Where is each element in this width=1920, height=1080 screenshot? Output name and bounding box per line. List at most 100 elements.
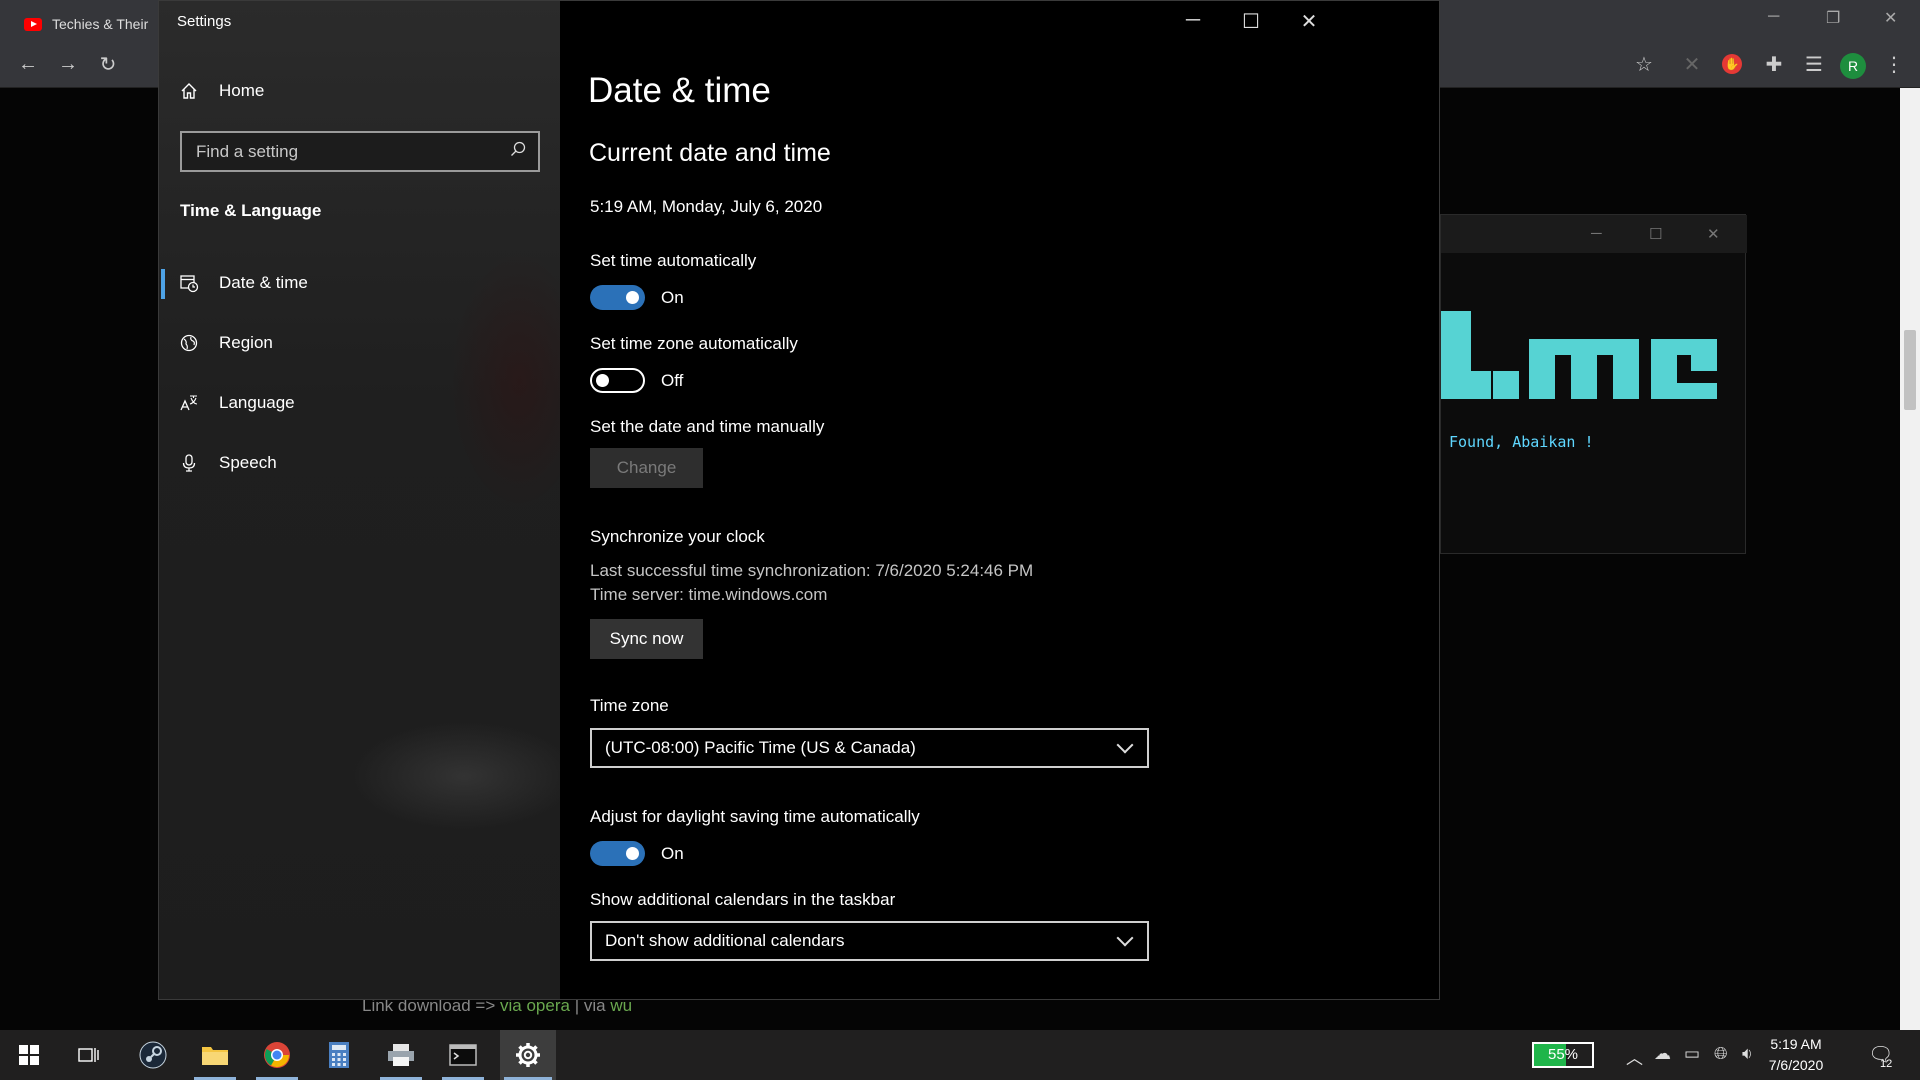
terminal-close-icon[interactable]: ✕ [1707, 225, 1720, 243]
ascii-art-logo [1441, 311, 1741, 411]
notification-count-badge: 12 [1880, 1058, 1893, 1070]
set-timezone-auto-toggle[interactable] [590, 368, 645, 393]
sync-clock-heading: Synchronize your clock [590, 527, 765, 546]
daylight-saving-label: Adjust for daylight saving time automati… [590, 807, 920, 826]
adblock-extension-icon[interactable]: ✋ [1722, 54, 1742, 74]
terminal-taskbar-button[interactable] [438, 1030, 488, 1080]
section-label: Time & Language [180, 201, 322, 220]
language-icon [179, 393, 199, 413]
steam-taskbar-button[interactable] [128, 1030, 178, 1080]
manual-date-time-label: Set the date and time manually [590, 417, 825, 436]
chevron-down-icon [1116, 929, 1134, 947]
onedrive-cloud-icon[interactable]: ☁ [1654, 1044, 1671, 1064]
steam-icon [139, 1041, 167, 1069]
microphone-icon [179, 453, 199, 473]
show-hidden-icons-chevron-icon[interactable]: ︿ [1626, 1044, 1643, 1069]
browser-restore-button[interactable]: ❐ [1826, 8, 1840, 28]
page-scrollbar[interactable] [1900, 88, 1920, 1030]
time-server-text: Time server: time.windows.com [590, 585, 828, 604]
minimize-button[interactable]: ─ [1173, 9, 1213, 32]
page-scrollbar-thumb[interactable] [1904, 330, 1916, 410]
network-globe-icon[interactable]: 🌐︎ [1714, 1044, 1728, 1064]
chevron-down-icon [1116, 736, 1134, 754]
folder-icon [202, 1047, 228, 1065]
terminal-maximize-icon[interactable]: ☐ [1649, 225, 1662, 243]
windows-taskbar: 55% ︿ ☁ ▭ 🌐︎ 🔉︎ 5:19 AM 7/6/2020 🗨︎ 12 [0, 1030, 1920, 1080]
page-title: Date & time [588, 71, 771, 110]
chrome-taskbar-button[interactable] [252, 1030, 302, 1080]
battery-meter-widget[interactable]: 55% [1532, 1042, 1594, 1068]
windows-logo-icon [19, 1045, 39, 1065]
clock-time: 5:19 AM [1770, 1036, 1822, 1052]
time-zone-value: (UTC-08:00) Pacific Time (US & Canada) [605, 738, 916, 757]
browser-close-button[interactable]: ✕ [1884, 8, 1897, 28]
sync-now-button[interactable]: Sync now [590, 619, 703, 659]
calendar-clock-icon [179, 273, 199, 293]
search-input[interactable] [196, 141, 496, 162]
task-view-button[interactable] [64, 1030, 114, 1080]
home-label: Home [219, 81, 265, 100]
sidebar-item-label: Region [219, 333, 273, 352]
start-button[interactable] [4, 1030, 54, 1080]
battery-icon[interactable]: ▭ [1684, 1044, 1700, 1064]
settings-content: ─ ☐ ✕ Date & time Current date and time … [560, 1, 1439, 999]
calculator-taskbar-button[interactable] [314, 1030, 364, 1080]
set-time-auto-state: On [661, 288, 684, 307]
change-button[interactable]: Change [590, 448, 703, 488]
browser-tab[interactable]: Techies & Their [8, 6, 168, 42]
terminal-icon [449, 1044, 477, 1066]
browser-tab-title: Techies & Their [52, 16, 149, 32]
taskbar-clock[interactable]: 5:19 AM 7/6/2020 [1756, 1034, 1836, 1076]
task-view-icon [78, 1048, 99, 1062]
close-button[interactable]: ✕ [1289, 9, 1329, 34]
profile-avatar[interactable]: R [1840, 53, 1866, 79]
settings-taskbar-button[interactable] [500, 1030, 556, 1080]
terminal-output-text: Found, Abaikan ! [1449, 433, 1594, 451]
battery-percent-label: 55% [1547, 1046, 1579, 1063]
daylight-saving-toggle[interactable] [590, 841, 645, 866]
sidebar-item-speech[interactable]: Speech [179, 453, 277, 473]
sidebar-acrylic-blur [349, 721, 579, 831]
background-terminal-window: ─ ☐ ✕ Found, Abaikan ! [1440, 214, 1747, 554]
sidebar-item-label: Date & time [219, 273, 308, 292]
search-field[interactable] [180, 131, 540, 172]
terminal-titlebar: ─ ☐ ✕ [1441, 215, 1747, 253]
sidebar-item-language[interactable]: Language [179, 393, 295, 413]
sidebar-item-label: Language [219, 393, 295, 412]
current-date-time-value: 5:19 AM, Monday, July 6, 2020 [590, 197, 823, 216]
time-zone-select[interactable]: (UTC-08:00) Pacific Time (US & Canada) [590, 728, 1149, 768]
maximize-button[interactable]: ☐ [1231, 9, 1271, 34]
browser-menu-icon[interactable]: ⋮ [1880, 50, 1908, 78]
search-icon[interactable] [510, 141, 526, 162]
file-explorer-taskbar-button[interactable] [190, 1030, 240, 1080]
reload-icon[interactable]: ↻ [94, 50, 122, 78]
printer-app-taskbar-button[interactable] [376, 1030, 426, 1080]
browser-minimize-button[interactable]: ─ [1768, 8, 1779, 26]
extension-x-icon[interactable]: ✕ [1678, 50, 1706, 78]
terminal-minimize-icon[interactable]: ─ [1591, 225, 1602, 242]
back-icon[interactable]: ← [14, 50, 42, 78]
media-queue-icon[interactable]: ☰ [1800, 50, 1828, 78]
current-date-time-heading: Current date and time [589, 139, 831, 167]
additional-calendars-label: Show additional calendars in the taskbar [590, 890, 896, 909]
printer-icon [388, 1044, 414, 1066]
forward-icon[interactable]: → [54, 50, 82, 78]
extensions-puzzle-icon[interactable]: ✚ [1760, 50, 1788, 78]
gear-icon [516, 1043, 540, 1067]
sidebar-item-region[interactable]: Region [179, 333, 273, 353]
youtube-icon [24, 17, 42, 31]
active-nav-indicator [161, 269, 165, 299]
set-time-auto-toggle[interactable] [590, 285, 645, 310]
sidebar-item-label: Speech [219, 453, 277, 472]
time-zone-label: Time zone [590, 696, 669, 715]
sidebar-item-date-time[interactable]: Date & time [179, 273, 308, 293]
additional-calendars-select[interactable]: Don't show additional calendars [590, 921, 1149, 961]
chrome-icon [264, 1042, 290, 1068]
volume-icon[interactable]: 🔉︎ [1742, 1044, 1753, 1064]
home-nav-item[interactable]: Home [179, 81, 264, 101]
bookmark-star-icon[interactable]: ☆ [1630, 50, 1658, 78]
globe-icon [179, 333, 199, 353]
daylight-saving-state: On [661, 844, 684, 863]
last-sync-text: Last successful time synchronization: 7/… [590, 561, 1034, 580]
set-time-auto-label: Set time automatically [590, 251, 757, 270]
